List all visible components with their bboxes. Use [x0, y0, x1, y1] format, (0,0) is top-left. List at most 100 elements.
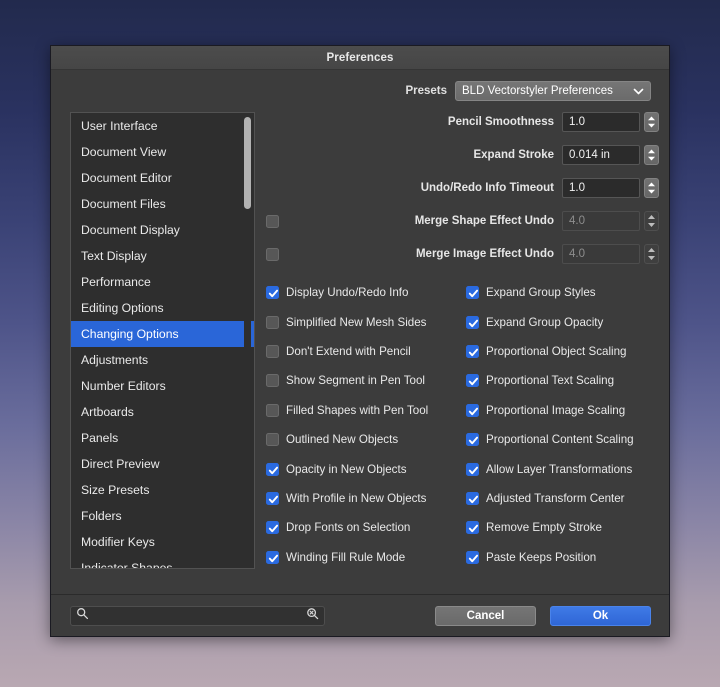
sidebar-item-direct-preview[interactable]: Direct Preview — [71, 451, 254, 477]
sidebar-item-label: Artboards — [81, 405, 134, 419]
checkbox-box[interactable] — [466, 404, 479, 417]
checkbox-show-segment-in-pen-tool[interactable]: Show Segment in Pen Tool — [266, 366, 466, 395]
sidebar-item-label: Indicator Shapes — [81, 561, 172, 569]
checkbox-proportional-content-scaling[interactable]: Proportional Content Scaling — [466, 425, 659, 454]
presets-selected-value: BLD Vectorstyler Preferences — [462, 85, 633, 97]
stepper-updown-split[interactable] — [644, 244, 659, 264]
sidebar-item-size-presets[interactable]: Size Presets — [71, 477, 254, 503]
checkbox-paste-keeps-position[interactable]: Paste Keeps Position — [466, 543, 659, 572]
checkbox-box[interactable] — [466, 433, 479, 446]
checkbox-proportional-image-scaling[interactable]: Proportional Image Scaling — [466, 396, 659, 425]
sidebar-item-editing-options[interactable]: Editing Options — [71, 295, 254, 321]
stepper-updown-combined[interactable] — [644, 178, 659, 198]
checkbox-adjusted-transform-center[interactable]: Adjusted Transform Center — [466, 484, 659, 513]
checkbox-expand-group-styles[interactable]: Expand Group Styles — [466, 278, 659, 307]
sidebar-item-text-display[interactable]: Text Display — [71, 243, 254, 269]
checkbox-box[interactable] — [466, 374, 479, 387]
sidebar-scrollbar-thumb[interactable] — [244, 117, 251, 209]
sidebar-item-document-files[interactable]: Document Files — [71, 191, 254, 217]
field-value-input[interactable]: 1.0 — [562, 112, 640, 132]
check-icon — [468, 376, 479, 387]
checkbox-box[interactable] — [466, 316, 479, 329]
checkbox-label: Proportional Text Scaling — [486, 374, 614, 387]
checkbox-box[interactable] — [266, 374, 279, 387]
preferences-dialog: Preferences Presets BLD Vectorstyler Pre… — [50, 45, 670, 637]
checkbox-label: Expand Group Opacity — [486, 316, 603, 329]
sidebar-item-modifier-keys[interactable]: Modifier Keys — [71, 529, 254, 555]
checkbox-box[interactable] — [466, 345, 479, 358]
checkbox-box[interactable] — [466, 521, 479, 534]
sidebar-item-label: Number Editors — [81, 379, 166, 393]
settings-pane: Pencil Smoothness1.0Expand Stroke0.014 i… — [266, 112, 659, 572]
checkbox-label: With Profile in New Objects — [286, 492, 426, 505]
sidebar-scrollbar-track[interactable] — [244, 117, 251, 566]
checkbox-box[interactable] — [266, 316, 279, 329]
checkbox-label: Don't Extend with Pencil — [286, 345, 411, 358]
stepper-updown-icon — [647, 181, 656, 195]
checkbox-display-undo-redo-info[interactable]: Display Undo/Redo Info — [266, 278, 466, 307]
checkbox-proportional-object-scaling[interactable]: Proportional Object Scaling — [466, 337, 659, 366]
checkbox-label: Allow Layer Transformations — [486, 463, 632, 476]
checkbox-box[interactable] — [466, 551, 479, 564]
field-value-input[interactable]: 4.0 — [562, 211, 640, 231]
checkbox-proportional-text-scaling[interactable]: Proportional Text Scaling — [466, 366, 659, 395]
sidebar-item-performance[interactable]: Performance — [71, 269, 254, 295]
checkbox-box[interactable] — [466, 463, 479, 476]
stepper-updown-combined[interactable] — [644, 145, 659, 165]
checkbox-box[interactable] — [266, 492, 279, 505]
sidebar-item-label: Document Editor — [81, 171, 172, 185]
checkbox-label: Paste Keeps Position — [486, 551, 596, 564]
checkbox-box[interactable] — [266, 286, 279, 299]
ok-button[interactable]: Ok — [550, 606, 651, 626]
sidebar-item-user-interface[interactable]: User Interface — [71, 113, 254, 139]
checkbox-box[interactable] — [266, 345, 279, 358]
checkbox-outlined-new-objects[interactable]: Outlined New Objects — [266, 425, 466, 454]
checkbox-opacity-in-new-objects[interactable]: Opacity in New Objects — [266, 454, 466, 483]
sidebar-item-document-editor[interactable]: Document Editor — [71, 165, 254, 191]
cancel-button[interactable]: Cancel — [435, 606, 536, 626]
checkbox-box[interactable] — [266, 521, 279, 534]
check-icon — [268, 465, 279, 476]
search-input[interactable] — [94, 609, 301, 623]
field-value-input[interactable]: 0.014 in — [562, 145, 640, 165]
checkbox-allow-layer-transformations[interactable]: Allow Layer Transformations — [466, 454, 659, 483]
checkbox-box[interactable] — [266, 463, 279, 476]
checkbox-winding-fill-rule-mode[interactable]: Winding Fill Rule Mode — [266, 543, 466, 572]
checkbox-drop-fonts-on-selection[interactable]: Drop Fonts on Selection — [266, 513, 466, 542]
checkbox-with-profile-in-new-objects[interactable]: With Profile in New Objects — [266, 484, 466, 513]
checkbox-box[interactable] — [266, 551, 279, 564]
search-field-wrapper[interactable] — [70, 606, 325, 626]
sidebar-item-label: Document Files — [81, 197, 166, 211]
stepper-updown-combined[interactable] — [644, 112, 659, 132]
field-enable-checkbox[interactable] — [266, 215, 279, 228]
checkbox-box[interactable] — [266, 433, 279, 446]
sidebar-item-indicator-shapes[interactable]: Indicator Shapes — [71, 555, 254, 569]
field-enable-checkbox[interactable] — [266, 248, 279, 261]
sidebar-item-number-editors[interactable]: Number Editors — [71, 373, 254, 399]
preferences-category-list[interactable]: User InterfaceDocument View Document Edit… — [70, 112, 255, 569]
checkbox-filled-shapes-with-pen-tool[interactable]: Filled Shapes with Pen Tool — [266, 396, 466, 425]
presets-dropdown[interactable]: BLD Vectorstyler Preferences — [455, 81, 651, 101]
checkbox-box[interactable] — [466, 492, 479, 505]
sidebar-item-adjustments[interactable]: Adjustments — [71, 347, 254, 373]
checkbox-simplified-new-mesh-sides[interactable]: Simplified New Mesh Sides — [266, 307, 466, 336]
field-value-input[interactable]: 1.0 — [562, 178, 640, 198]
check-icon — [468, 288, 479, 299]
sidebar-item-document-view[interactable]: Document View — [71, 139, 254, 165]
checkbox-label: Filled Shapes with Pen Tool — [286, 404, 428, 417]
checkbox-box[interactable] — [266, 404, 279, 417]
check-icon — [268, 553, 279, 564]
stepper-updown-split[interactable] — [644, 211, 659, 231]
sidebar-item-artboards[interactable]: Artboards — [71, 399, 254, 425]
sidebar-item-folders[interactable]: Folders — [71, 503, 254, 529]
checkbox-don-t-extend-with-pencil[interactable]: Don't Extend with Pencil — [266, 337, 466, 366]
sidebar-item-changing-options[interactable]: Changing Options — [71, 321, 254, 347]
search-clear-icon[interactable] — [306, 607, 319, 625]
sidebar-item-panels[interactable]: Panels — [71, 425, 254, 451]
sidebar-item-document-display[interactable]: Document Display — [71, 217, 254, 243]
checkbox-remove-empty-stroke[interactable]: Remove Empty Stroke — [466, 513, 659, 542]
field-row-merge-image-effect-undo: Merge Image Effect Undo4.0 — [266, 244, 659, 264]
checkbox-box[interactable] — [466, 286, 479, 299]
field-value-input[interactable]: 4.0 — [562, 244, 640, 264]
checkbox-expand-group-opacity[interactable]: Expand Group Opacity — [466, 307, 659, 336]
